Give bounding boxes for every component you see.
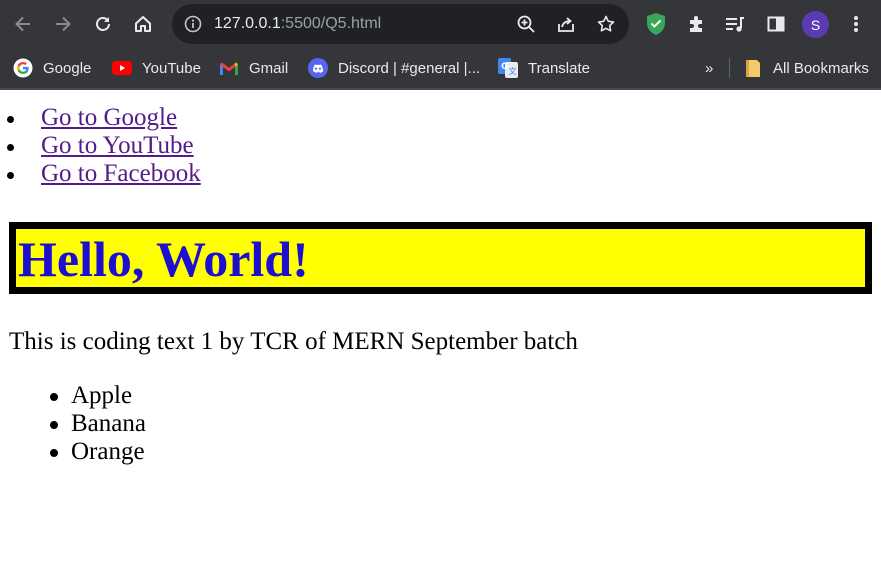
info-icon[interactable] (184, 15, 202, 33)
media-icon[interactable] (723, 12, 747, 36)
bookmark-label: Translate (528, 59, 590, 77)
link-youtube[interactable]: Go to YouTube (41, 132, 194, 160)
profile-initial: S (810, 16, 821, 33)
url-host: 127.0.0.1 (214, 15, 281, 32)
share-icon[interactable] (556, 14, 576, 34)
bookmark-discord[interactable]: Discord | #general |... (308, 58, 480, 78)
heading-box: Hello, World! (9, 222, 872, 294)
more-icon[interactable] (844, 12, 868, 36)
url-path: :5500/Q5.html (280, 15, 382, 32)
bullet-icon (50, 393, 58, 401)
reload-icon[interactable] (89, 10, 117, 38)
translate-icon: G文 (498, 58, 518, 78)
home-icon[interactable] (129, 10, 157, 38)
browser-toolbar: 127.0.0.1:5500/Q5.html S (0, 0, 881, 48)
bookmarks-overflow-button[interactable]: » (705, 58, 713, 78)
overflow-icon: » (705, 59, 714, 77)
bullet-icon (50, 449, 58, 457)
svg-text:文: 文 (509, 66, 517, 76)
folder-icon (743, 58, 763, 78)
shield-extension-icon[interactable] (644, 12, 668, 36)
url-text[interactable]: 127.0.0.1:5500/Q5.html (214, 15, 381, 33)
address-bar[interactable]: 127.0.0.1:5500/Q5.html (172, 4, 629, 44)
zoom-icon[interactable] (516, 14, 536, 34)
discord-icon (308, 58, 328, 78)
fruit-label: Banana (71, 410, 146, 437)
bookmarks-bar: Google YouTube Gmail Discord | #general … (0, 48, 881, 90)
bullet-icon (7, 116, 14, 123)
bullet-icon (7, 144, 14, 151)
bullet-icon (7, 172, 14, 179)
bullet-icon (50, 421, 58, 429)
bookmark-gmail[interactable]: Gmail (219, 58, 288, 78)
bookmark-label: All Bookmarks (773, 59, 869, 77)
bookmark-youtube[interactable]: YouTube (112, 58, 201, 78)
link-facebook[interactable]: Go to Facebook (41, 160, 201, 188)
page-heading: Hello, World! (18, 231, 309, 287)
fruit-label: Orange (71, 438, 145, 465)
bookmark-google[interactable]: Google (13, 58, 91, 78)
bookmark-label: Google (43, 59, 92, 77)
page-content: Go to Google Go to YouTube Go to Faceboo… (0, 92, 881, 570)
link-google[interactable]: Go to Google (41, 104, 177, 132)
fruit-label: Apple (71, 382, 133, 409)
paragraph-text: This is coding text 1 by TCR of MERN Sep… (9, 328, 578, 355)
puzzle-icon[interactable] (685, 12, 709, 36)
forward-icon[interactable] (49, 10, 77, 38)
gmail-icon (219, 58, 239, 78)
back-icon[interactable] (9, 10, 37, 38)
svg-text:G: G (501, 62, 508, 72)
bookmark-label: Discord | #general |... (338, 59, 481, 77)
profile-avatar[interactable]: S (802, 11, 829, 38)
star-icon[interactable] (596, 14, 616, 34)
youtube-icon (112, 58, 132, 78)
bookmarks-divider (729, 58, 730, 78)
bookmark-translate[interactable]: G文 Translate (498, 58, 590, 78)
bookmark-label: Gmail (249, 59, 289, 77)
bookmark-all-bookmarks[interactable]: All Bookmarks (743, 58, 869, 78)
google-icon (13, 58, 33, 78)
bookmark-label: YouTube (142, 59, 201, 77)
side-panel-icon[interactable] (764, 12, 788, 36)
